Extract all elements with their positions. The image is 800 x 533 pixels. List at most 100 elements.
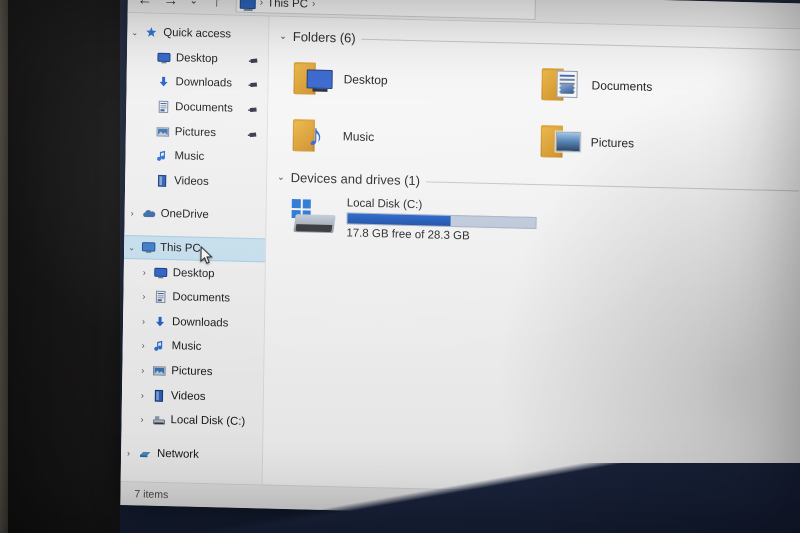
this-pc-monitor-icon bbox=[239, 0, 256, 10]
sidebar-item-pictures-pc[interactable]: › Pictures bbox=[122, 358, 263, 386]
sidebar-item-videos-qa[interactable]: › Videos bbox=[125, 168, 266, 196]
sidebar-item-desktop-pc[interactable]: › Desktop bbox=[124, 259, 265, 287]
sidebar-item-music-pc[interactable]: › Music bbox=[123, 333, 264, 361]
sidebar-item-local-disk-c[interactable]: › Local Disk (C:) bbox=[121, 407, 262, 435]
desktop-monitor-icon bbox=[306, 68, 333, 89]
window-body: ⌄ Quick access › bbox=[120, 12, 800, 499]
chevron-right-icon[interactable]: › bbox=[135, 414, 150, 425]
pin-icon[interactable] bbox=[248, 54, 259, 65]
sidebar-item-network[interactable]: › Network bbox=[121, 440, 262, 468]
sidebar-item-videos-pc[interactable]: › Videos bbox=[122, 382, 263, 410]
document-icon bbox=[151, 290, 169, 304]
sidebar-item-downloads-qa[interactable]: › Downloads bbox=[126, 69, 267, 97]
folder-pictures-icon bbox=[539, 123, 582, 160]
folder-tile-desktop[interactable]: Desktop bbox=[292, 49, 541, 112]
onedrive-cloud-icon bbox=[140, 207, 158, 221]
download-arrow-icon bbox=[154, 75, 172, 89]
chevron-right-icon[interactable]: › bbox=[137, 267, 152, 277]
pin-icon[interactable] bbox=[248, 104, 259, 115]
chevron-right-icon[interactable]: › bbox=[136, 316, 151, 326]
chevron-placeholder-icon: › bbox=[139, 101, 154, 111]
sidebar-label-downloads-qa: Downloads bbox=[175, 76, 233, 91]
sidebar-label-documents-pc: Documents bbox=[172, 291, 231, 305]
chevron-right-icon[interactable]: › bbox=[125, 208, 140, 219]
forward-button[interactable]: → bbox=[158, 0, 184, 12]
sidebar-item-quick-access[interactable]: ⌄ Quick access bbox=[127, 20, 268, 48]
chevron-down-icon[interactable]: ⌄ bbox=[124, 243, 139, 252]
sidebar-item-music-qa[interactable]: › Music bbox=[125, 143, 266, 171]
folder-tile-label: Music bbox=[342, 128, 375, 144]
drive-tile-local-disk-c[interactable]: Local Disk (C:) 17.8 GB free of 28.3 GB bbox=[276, 190, 800, 255]
sidebar-label-downloads-pc: Downloads bbox=[171, 315, 229, 330]
sidebar-label-quick-access: Quick access bbox=[163, 27, 232, 41]
sidebar-label-videos-pc: Videos bbox=[170, 389, 206, 403]
folder-tile-label: Pictures bbox=[590, 134, 635, 150]
pin-icon[interactable] bbox=[247, 128, 258, 139]
chevron-right-icon[interactable]: › bbox=[136, 292, 151, 302]
picture-icon bbox=[150, 364, 168, 378]
sidebar-item-documents-qa[interactable]: › Documents bbox=[126, 94, 267, 122]
pin-icon[interactable] bbox=[248, 79, 259, 90]
star-pin-icon bbox=[142, 26, 160, 40]
sidebar-label-this-pc: This PC bbox=[160, 241, 201, 255]
drive-capacity-label: 17.8 GB free of 28.3 GB bbox=[346, 226, 470, 242]
sidebar-label-music-pc: Music bbox=[171, 340, 202, 354]
chevron-down-icon[interactable]: ⌄ bbox=[279, 30, 287, 41]
drive-info: Local Disk (C:) 17.8 GB free of 28.3 GB bbox=[346, 196, 537, 244]
sidebar-item-desktop-qa[interactable]: › Desktop bbox=[127, 45, 268, 73]
chevron-right-icon[interactable]: › bbox=[135, 390, 150, 400]
breadcrumb-crumb-this-pc[interactable]: This PC bbox=[267, 0, 308, 10]
folder-desktop-icon bbox=[292, 60, 335, 97]
this-pc-monitor-icon bbox=[139, 240, 157, 254]
network-icon bbox=[136, 446, 154, 460]
drives-group-title: Devices and drives (1) bbox=[290, 169, 421, 188]
sidebar-label-network: Network bbox=[156, 447, 199, 461]
group-divider-line bbox=[361, 38, 800, 50]
back-button[interactable]: ← bbox=[132, 0, 158, 11]
sidebar-label-pictures-qa: Pictures bbox=[174, 125, 217, 139]
breadcrumb-separator: › bbox=[259, 0, 264, 9]
folders-group-title: Folders (6) bbox=[292, 28, 356, 46]
breadcrumb-trailing-separator[interactable]: › bbox=[312, 0, 316, 10]
folder-tile-label: Documents bbox=[591, 77, 653, 94]
folders-grid: Desktop Documents Music Pictures bbox=[277, 49, 800, 176]
sidebar-item-downloads-pc[interactable]: › Downloads bbox=[123, 308, 264, 336]
desktop-monitor-icon bbox=[155, 51, 173, 65]
sidebar-label-desktop-pc: Desktop bbox=[172, 266, 215, 280]
chevron-placeholder-icon: › bbox=[139, 126, 154, 136]
sidebar-item-this-pc[interactable]: ⌄ This PC bbox=[123, 234, 266, 264]
sidebar-label-pictures-pc: Pictures bbox=[171, 365, 213, 379]
sidebar-item-documents-pc[interactable]: › Documents bbox=[123, 284, 264, 312]
file-explorer-window: ← → ⌄ ↑ › This PC › ⌄ bbox=[120, 0, 800, 523]
folder-tile-music[interactable]: Music bbox=[291, 106, 540, 169]
content-pane: ⌄ Folders (6) Desktop Documents Music Pi… bbox=[262, 16, 800, 499]
chevron-placeholder-icon: › bbox=[138, 151, 153, 161]
folder-tile-pictures[interactable]: Pictures bbox=[539, 112, 788, 175]
up-button[interactable]: ↑ bbox=[204, 0, 230, 13]
folder-tile-documents[interactable]: Documents bbox=[540, 55, 789, 118]
sidebar-label-desktop-qa: Desktop bbox=[175, 52, 218, 66]
desktop-monitor-icon bbox=[152, 265, 170, 279]
chevron-down-icon[interactable]: ⌄ bbox=[277, 171, 285, 182]
sidebar-item-onedrive[interactable]: › OneDrive bbox=[124, 201, 265, 229]
download-arrow-icon bbox=[151, 314, 169, 328]
picture-icon bbox=[554, 129, 582, 153]
music-note-icon bbox=[153, 149, 171, 163]
windows-hard-drive-icon bbox=[290, 199, 336, 234]
sidebar-item-pictures-qa[interactable]: › Pictures bbox=[126, 118, 267, 146]
photo-scene: ← → ⌄ ↑ › This PC › ⌄ bbox=[0, 0, 800, 533]
sidebar-label-documents-qa: Documents bbox=[175, 101, 233, 115]
status-item-count: 7 items bbox=[134, 487, 169, 501]
chevron-right-icon[interactable]: › bbox=[121, 448, 136, 458]
chevron-down-icon[interactable]: ⌄ bbox=[127, 28, 142, 37]
chevron-right-icon[interactable]: › bbox=[135, 365, 150, 375]
video-icon bbox=[153, 174, 171, 188]
hard-drive-icon bbox=[149, 413, 167, 427]
chevron-placeholder-icon: › bbox=[138, 175, 153, 185]
group-divider-line bbox=[426, 180, 800, 191]
chevron-right-icon[interactable]: › bbox=[136, 341, 151, 351]
document-icon bbox=[556, 69, 578, 98]
recent-locations-button[interactable]: ⌄ bbox=[184, 0, 204, 12]
folder-music-icon bbox=[292, 117, 335, 154]
navigation-pane: ⌄ Quick access › bbox=[120, 12, 270, 485]
